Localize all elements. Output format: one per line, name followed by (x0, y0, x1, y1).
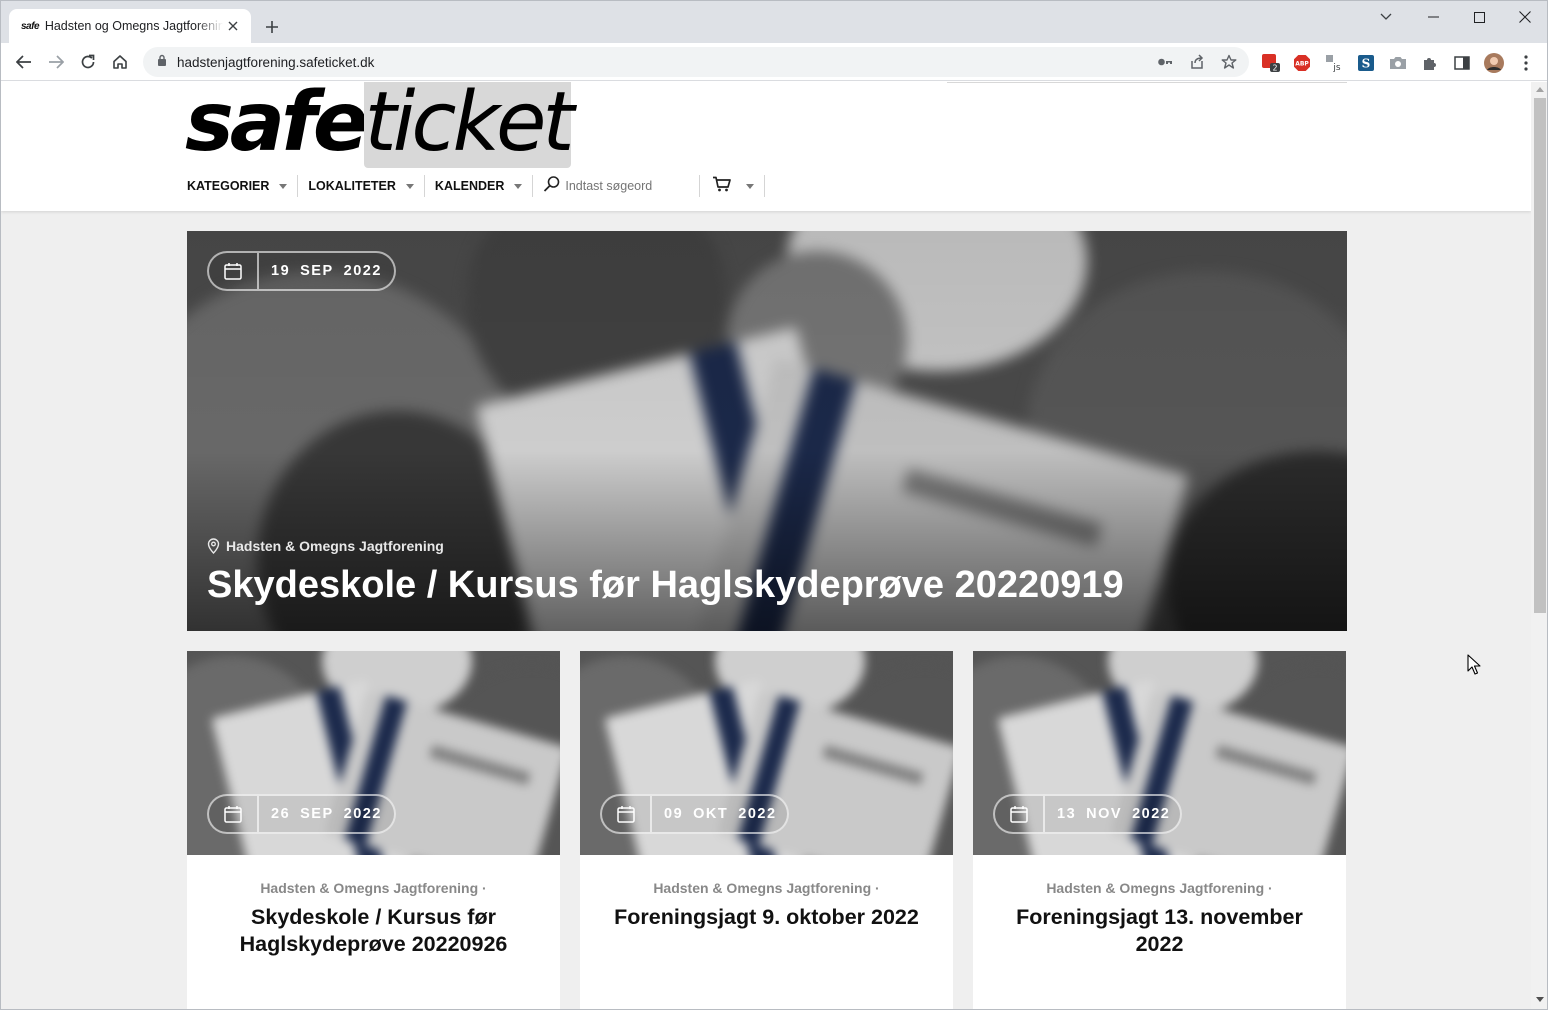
event-card-image: 09 OKT 2022 (580, 651, 953, 855)
lock-icon[interactable] (157, 53, 167, 71)
event-date-month: NOV (1086, 806, 1123, 822)
cart-icon (712, 176, 732, 197)
mouse-cursor-icon (1467, 654, 1481, 681)
event-organizer: Hadsten & Omegns Jagtforening · (1046, 880, 1273, 896)
extensions-puzzle-icon[interactable] (1420, 53, 1440, 73)
event-date-year: 2022 (1132, 806, 1171, 822)
tab-active[interactable]: safe Hadsten og Omegns Jagtforening (9, 9, 251, 43)
page-content: safe ticket KATEGORIER LOKALITETER KALEND… (1, 82, 1531, 1009)
tab-favicon: safe (21, 20, 40, 32)
event-card-image: 13 NOV 2022 (973, 651, 1346, 855)
password-key-icon[interactable] (1151, 47, 1179, 77)
hero-date-day: 19 (271, 263, 291, 279)
hero-event[interactable]: 19 SEP 2022 Hadsten & Omegns Jagtforenin… (187, 231, 1347, 631)
home-icon[interactable] (105, 47, 135, 77)
calendar-icon (995, 796, 1045, 832)
tab-search-icon[interactable] (1363, 1, 1409, 33)
forward-icon[interactable] (41, 47, 71, 77)
event-title[interactable]: Foreningsjagt 9. oktober 2022 (600, 904, 933, 931)
calendar-icon (209, 253, 259, 289)
event-organizer: Hadsten & Omegns Jagtforening · (653, 880, 880, 896)
event-title[interactable]: Foreningsjagt 13. november 2022 (993, 904, 1326, 958)
nav-locations-label: LOKALITETER (308, 179, 396, 193)
site-header: safe ticket KATEGORIER LOKALITETER KALEND… (1, 82, 1531, 211)
scroll-up-icon (1536, 87, 1544, 92)
extension-red-badge-icon[interactable]: 2 (1261, 53, 1281, 73)
event-date-month: OKT (693, 806, 729, 822)
scroll-down-icon (1536, 997, 1544, 1002)
svg-text:ABP: ABP (1295, 61, 1309, 68)
browser-menu-icon[interactable] (1516, 53, 1536, 73)
nav-calendar-label: KALENDER (434, 179, 505, 193)
js-extension-icon[interactable]: js (1324, 53, 1344, 73)
s-extension-icon[interactable]: S (1356, 53, 1376, 73)
adblock-icon[interactable]: ABP (1292, 53, 1312, 73)
event-card-image: 26 SEP 2022 (187, 651, 560, 855)
browser-toolbar: hadstenjagtforening.safeticket.dk 2 ABP … (1, 43, 1547, 81)
caret-down-icon (279, 183, 288, 189)
header-divider (947, 82, 1347, 83)
event-date-month: SEP (300, 806, 334, 822)
svg-text:2: 2 (1272, 64, 1277, 73)
side-panel-icon[interactable] (1452, 53, 1472, 73)
new-tab-icon[interactable] (259, 14, 285, 40)
hero-date-month: SEP (300, 263, 334, 279)
svg-text:js: js (1332, 63, 1341, 73)
close-tab-icon[interactable] (223, 16, 243, 36)
event-card[interactable]: 13 NOV 2022 Hadsten & Omegns Jagtforenin… (973, 651, 1346, 1009)
back-icon[interactable] (9, 47, 39, 77)
close-window-icon[interactable] (1502, 1, 1547, 33)
site-search (543, 175, 701, 198)
safeticket-logo[interactable]: safe ticket (185, 82, 575, 170)
event-date-year: 2022 (738, 806, 777, 822)
event-date-year: 2022 (343, 806, 382, 822)
logo-ticket: ticket (364, 82, 575, 168)
event-card[interactable]: 09 OKT 2022 Hadsten & Omegns Jagtforenin… (580, 651, 953, 1009)
caret-down-icon (514, 183, 523, 189)
nav-categories-label: KATEGORIER (187, 179, 270, 193)
url-text: hadstenjagtforening.safeticket.dk (177, 54, 375, 70)
cart-button[interactable] (712, 175, 766, 197)
location-pin-icon (207, 538, 220, 554)
calendar-icon (602, 796, 652, 832)
bookmark-star-icon[interactable] (1215, 47, 1243, 77)
browser-window: safe Hadsten og Omegns Jagtforening hads… (0, 0, 1548, 1010)
calendar-icon (209, 796, 259, 832)
camera-icon[interactable] (1388, 53, 1408, 73)
share-icon[interactable] (1183, 47, 1211, 77)
logo-safe: safe (185, 82, 368, 170)
search-icon[interactable] (543, 175, 561, 198)
event-organizer: Hadsten & Omegns Jagtforening · (260, 880, 487, 896)
event-date-day: 26 (271, 806, 291, 822)
maximize-icon[interactable] (1456, 1, 1502, 33)
nav-calendar[interactable]: KALENDER (434, 175, 534, 197)
hero-date-year: 2022 (343, 263, 382, 279)
nav-locations[interactable]: LOKALITETER (308, 175, 425, 197)
hero-date-badge: 19 SEP 2022 (207, 251, 396, 291)
event-date-badge: 13 NOV 2022 (993, 794, 1182, 834)
main-nav: KATEGORIER LOKALITETER KALENDER (187, 175, 766, 198)
nav-categories[interactable]: KATEGORIER (187, 175, 299, 197)
event-title[interactable]: Skydeskole / Kursus før Haglskydeprøve 2… (207, 904, 540, 958)
reload-icon[interactable] (73, 47, 103, 77)
profile-avatar-icon[interactable] (1484, 53, 1504, 73)
hero-title[interactable]: Skydeskole / Kursus før Haglskydeprøve 2… (207, 564, 1124, 607)
event-date-badge: 09 OKT 2022 (600, 794, 789, 834)
event-date-day: 13 (1057, 806, 1077, 822)
event-date-badge: 26 SEP 2022 (207, 794, 396, 834)
event-card[interactable]: 26 SEP 2022 Hadsten & Omegns Jagtforenin… (187, 651, 560, 1009)
address-bar[interactable]: hadstenjagtforening.safeticket.dk (143, 47, 1249, 77)
tab-strip: safe Hadsten og Omegns Jagtforening (1, 1, 1547, 43)
tab-title: Hadsten og Omegns Jagtforening (44, 19, 224, 33)
caret-down-icon (746, 183, 755, 189)
minimize-icon[interactable] (1410, 1, 1456, 33)
svg-text:S: S (1362, 57, 1371, 71)
search-input[interactable] (565, 179, 686, 193)
caret-down-icon (405, 183, 414, 189)
event-date-day: 09 (664, 806, 684, 822)
hero-location-label: Hadsten & Omegns Jagtforening (226, 538, 444, 554)
hero-location: Hadsten & Omegns Jagtforening (207, 538, 444, 554)
scrollbar-thumb[interactable] (1534, 98, 1546, 613)
